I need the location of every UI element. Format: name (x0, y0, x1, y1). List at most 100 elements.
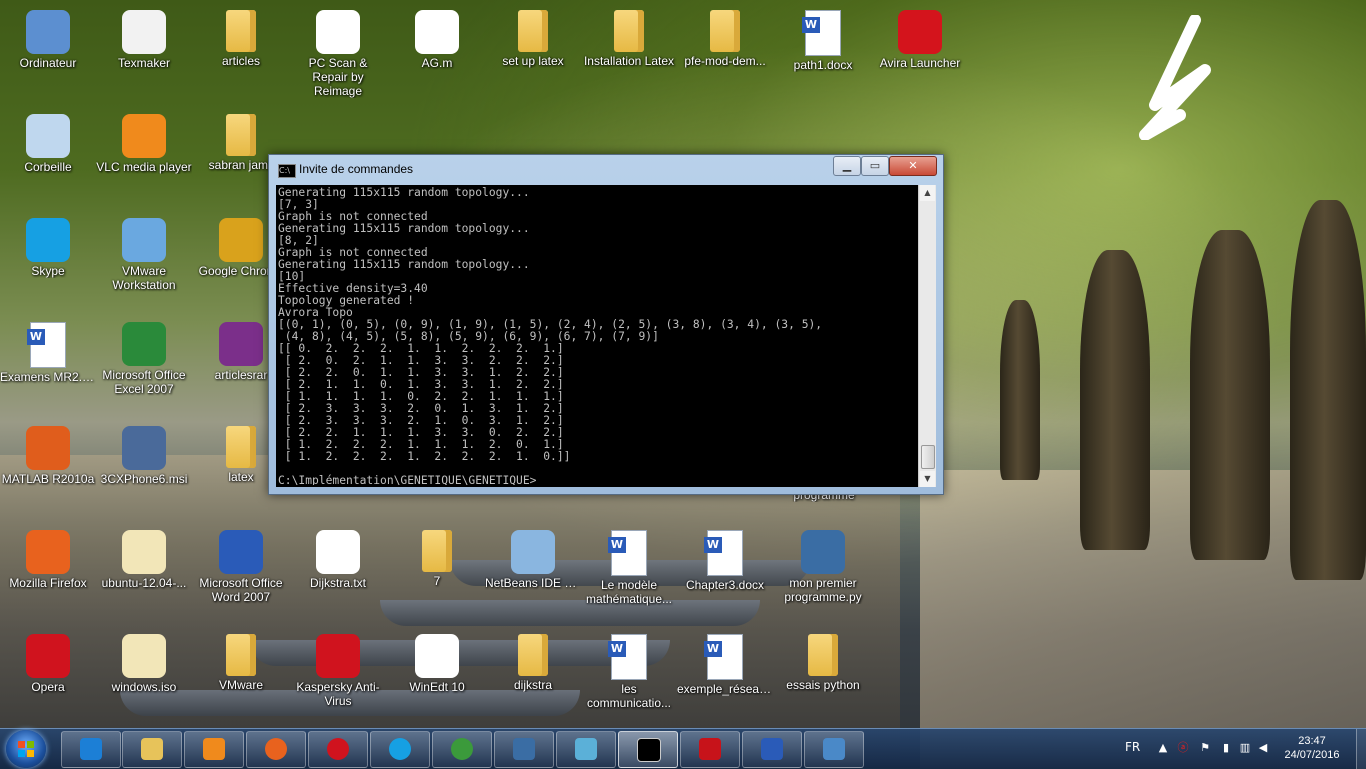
desktop-icon[interactable]: WinEdt 10 (389, 628, 485, 724)
clock[interactable]: 23:47 24/07/2016 (1272, 734, 1352, 762)
desktop-icon[interactable]: NetBeans IDE 8.1 (485, 524, 581, 620)
desktop-icon[interactable]: Skype (0, 212, 96, 308)
desktop-icon-label: VMware (218, 678, 263, 692)
python-icon (513, 738, 535, 760)
scroll-down-icon[interactable]: ▼ (920, 471, 935, 487)
desktop-icon[interactable]: mon premier programme.py (775, 524, 871, 620)
console-output[interactable]: Generating 115x115 random topology... [7,… (278, 187, 914, 485)
desktop-icon[interactable]: Microsoft Office Excel 2007 (96, 316, 192, 412)
taskbar-button-ie[interactable] (61, 731, 121, 768)
desktop-icon[interactable]: Microsoft Office Word 2007 (193, 524, 289, 620)
opera-icon (26, 634, 70, 678)
console-line: Generating 115x115 random topology... (278, 187, 530, 199)
desktop-icon-label: pfe-mod-dem... (684, 54, 766, 68)
desktop-icon[interactable]: windows.iso (96, 628, 192, 724)
desktop-icon[interactable]: Corbeille (0, 108, 96, 204)
network-icon[interactable]: ▥ (1238, 741, 1252, 755)
taskbar-button-pdf[interactable] (680, 731, 740, 768)
chrome-icon (219, 218, 263, 262)
desktop-icon[interactable]: essais python (775, 628, 871, 724)
desktop-icon[interactable]: set up latex (485, 4, 581, 100)
desktop-icon[interactable]: VLC media player (96, 108, 192, 204)
desktop-icon-label: PC Scan & Repair by Reimage (308, 56, 368, 98)
wallpaper-tree (1080, 250, 1150, 550)
desktop-icon[interactable]: dijkstra (485, 628, 581, 724)
scroll-up-icon[interactable]: ▲ (920, 185, 935, 201)
taskbar-button-skype[interactable] (370, 731, 430, 768)
language-indicator[interactable]: FR (1125, 740, 1140, 754)
action-center-flag-icon[interactable]: ⚑ (1198, 741, 1212, 755)
minimize-button[interactable]: ▁ (833, 156, 861, 176)
desktop-icon[interactable]: Avira Launcher (872, 4, 968, 100)
desktop-icon[interactable]: Examens MR2.docx (0, 316, 96, 412)
taskbar-button-firefox[interactable] (246, 731, 306, 768)
avira-tray-icon[interactable]: ⓐ (1176, 741, 1190, 755)
taskbar-button-chrome[interactable] (432, 731, 492, 768)
window-titlebar[interactable]: C:\ Invite de commandes ▁ ▭ ✕ (269, 155, 943, 185)
desktop-icon-label: windows.iso (111, 680, 177, 694)
desktop-icon[interactable]: MATLAB R2010a (0, 420, 96, 516)
taskbar-button-python[interactable] (494, 731, 554, 768)
close-button[interactable]: ✕ (889, 156, 937, 176)
command-prompt-window[interactable]: C:\ Invite de commandes ▁ ▭ ✕ Generating… (268, 154, 944, 495)
power-icon[interactable]: ▮ (1219, 741, 1233, 755)
taskbar-button-media-player[interactable] (184, 731, 244, 768)
desktop-icon[interactable]: les communicatio... (581, 628, 677, 724)
desktop-icon-label: set up latex (502, 54, 564, 68)
desktop-icon-label: Installation Latex (583, 54, 675, 68)
maximize-button[interactable]: ▭ (861, 156, 889, 176)
iso-icon (122, 530, 166, 574)
desktop-icon[interactable]: AG.m (389, 4, 485, 100)
desktop-icon[interactable]: Installation Latex (581, 4, 677, 100)
desktop-icon-label: Microsoft Office Excel 2007 (102, 368, 186, 396)
show-hidden-icons-icon[interactable]: ▲ (1156, 741, 1170, 755)
taskbar-button-word[interactable] (742, 731, 802, 768)
desktop-icon-label: Mozilla Firefox (9, 576, 87, 590)
vertical-scrollbar[interactable]: ▲ ▼ (918, 185, 936, 487)
desktop-icon[interactable]: articles (193, 4, 289, 100)
desktop-icon-label: Texmaker (117, 56, 170, 70)
desktop-icon[interactable]: Ordinateur (0, 4, 96, 100)
desktop-icon[interactable]: Mozilla Firefox (0, 524, 96, 620)
desktop-icon[interactable]: VMware Workstation (96, 212, 192, 308)
skype-icon (389, 738, 411, 760)
word-doc-icon (608, 634, 647, 680)
taskbar: FR ▲ ⓐ ⚑ ▮ ▥ ◀ 23:47 24/07/2016 (0, 728, 1366, 769)
desktop-icon[interactable]: ubuntu-12.04-... (96, 524, 192, 620)
desktop-icon[interactable]: Chapter3.docx (677, 524, 773, 620)
desktop-icon[interactable]: 3CXPhone6.msi (96, 420, 192, 516)
python-icon (801, 530, 845, 574)
start-button[interactable] (6, 730, 46, 768)
volume-icon[interactable]: ◀ (1256, 741, 1270, 755)
cmd-icon: C:\ (278, 164, 296, 178)
desktop-icon-label: WinEdt 10 (409, 680, 465, 694)
desktop-icon-label: Ordinateur (19, 56, 77, 70)
desktop-icon-label: Le modèle mathématique... (585, 578, 673, 606)
desktop-icon[interactable]: 7 (389, 524, 485, 620)
desktop-icon-label: les communicatio... (586, 682, 672, 710)
show-desktop-button[interactable] (1356, 729, 1366, 769)
taskbar-button-photo-viewer[interactable] (804, 731, 864, 768)
taskbar-button-opera[interactable] (308, 731, 368, 768)
folder-icon (422, 530, 452, 572)
matlab-file-icon (415, 10, 459, 54)
skype-icon (26, 218, 70, 262)
desktop-icon-label: Examens MR2.docx (0, 370, 96, 384)
taskbar-button-note[interactable] (556, 731, 616, 768)
desktop-icon[interactable]: Le modèle mathématique... (581, 524, 677, 620)
desktop-icon[interactable]: PC Scan & Repair by Reimage (290, 4, 386, 100)
desktop-icon[interactable]: exemple_réseau... (677, 628, 773, 724)
word-doc-icon (27, 322, 66, 368)
desktop-icon[interactable]: pfe-mod-dem... (677, 4, 773, 100)
scroll-thumb[interactable] (921, 445, 935, 469)
word-doc-icon (704, 530, 743, 576)
console-area[interactable]: Generating 115x115 random topology... [7,… (276, 185, 936, 487)
desktop-icon[interactable]: VMware (193, 628, 289, 724)
desktop-icon[interactable]: Dijkstra.txt (290, 524, 386, 620)
taskbar-button-cmd[interactable] (618, 731, 678, 768)
desktop-icon[interactable]: Kaspersky Anti-Virus (290, 628, 386, 724)
desktop-icon[interactable]: path1.docx (775, 4, 871, 100)
desktop-icon[interactable]: Texmaker (96, 4, 192, 100)
desktop-icon[interactable]: Opera (0, 628, 96, 724)
taskbar-button-explorer[interactable] (122, 731, 182, 768)
